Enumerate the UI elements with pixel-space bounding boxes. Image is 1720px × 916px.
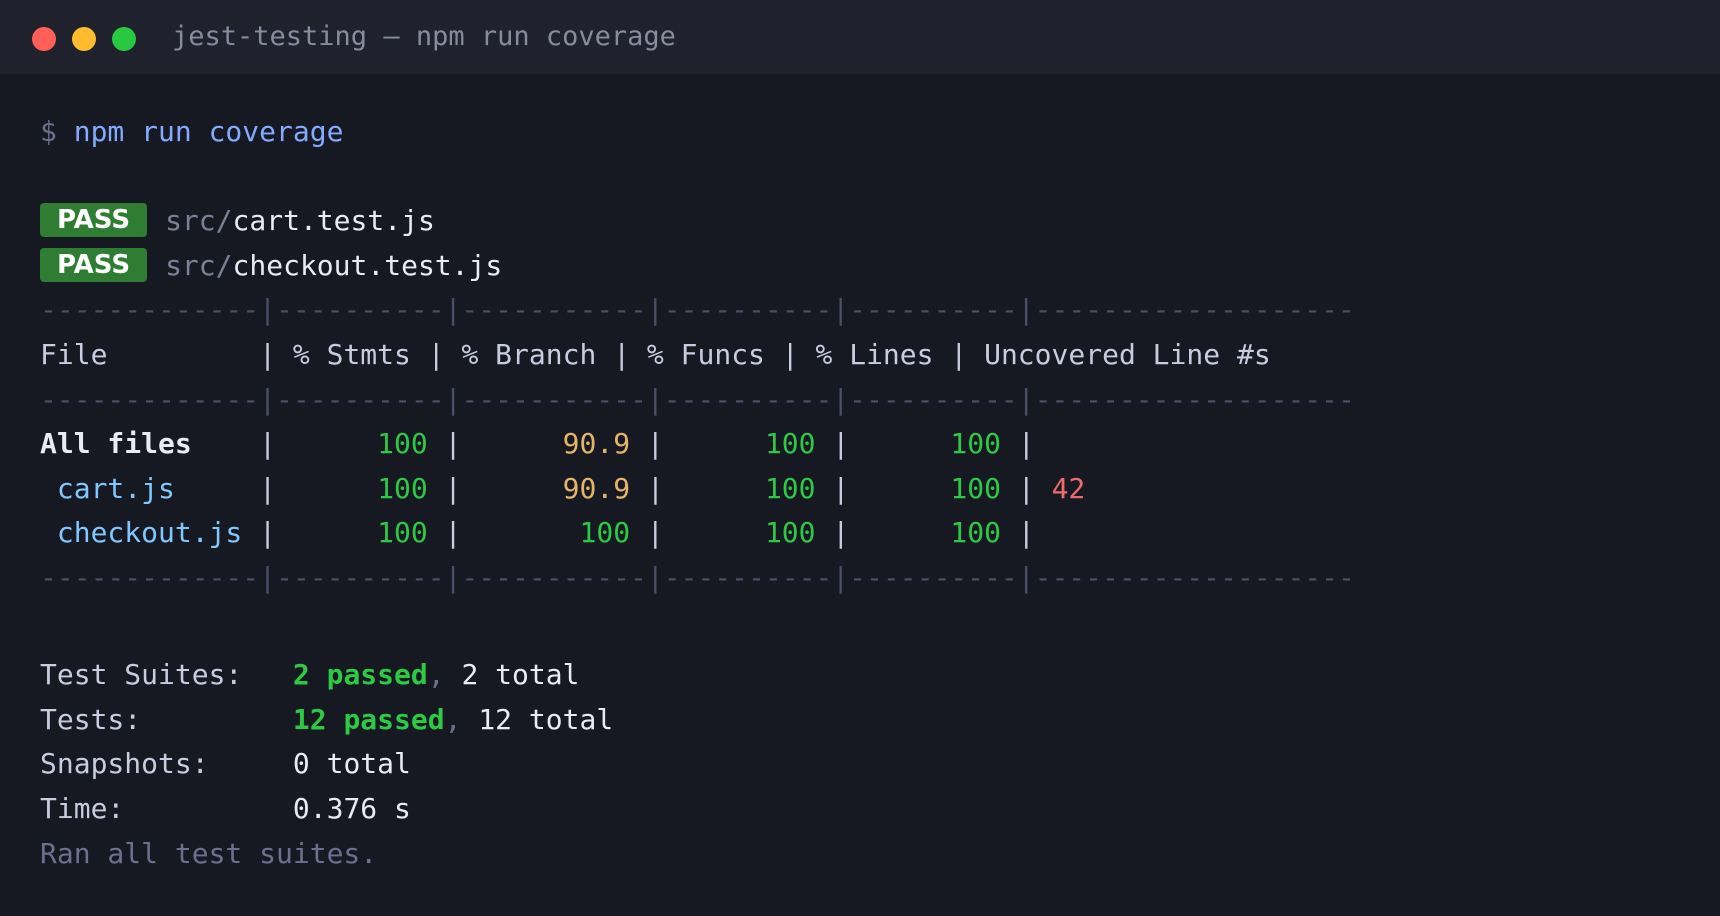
summary-label: Time: [40,791,125,825]
summary-label: Snapshots: [40,747,209,781]
summary-snapshots: Snapshots: 0 total [40,742,1355,787]
test-file-name: cart.test.js [232,204,435,238]
minimize-window-button[interactable] [72,27,96,51]
summary-passed: 2 passed [292,658,428,692]
summary-total: 2 total [461,658,580,692]
terminal-window: jest-testing — npm run coverage $ npm ru… [0,0,1720,916]
row-stmts: 100 [377,516,428,550]
test-summary: Test Suites: 2 passed, 2 total Tests: 12… [40,653,1355,876]
row-funcs: 100 [764,427,816,461]
prompt-line: $ npm run coverage [40,110,1355,155]
close-window-button[interactable] [32,27,56,51]
test-result-line: PASS src/checkout.test.js [40,244,1355,289]
header-lines: % Lines [815,337,934,371]
row-file: cart.js [56,471,175,505]
table-row: All files | 100 | 90.9 | 100 | 100 | [40,427,1035,461]
test-file-dir: src/ [165,248,233,282]
row-branch: 90.9 [562,471,631,505]
row-uncovered: 42 [1051,471,1086,505]
row-branch: 90.9 [562,427,631,461]
pass-badge: PASS [40,203,148,238]
test-file-name: checkout.test.js [232,248,503,282]
row-funcs: 100 [764,471,816,505]
row-lines: 100 [950,516,1001,550]
window-title: jest-testing — npm run coverage [172,21,676,52]
row-stmts: 100 [377,471,428,505]
pass-badge: PASS [40,247,148,282]
header-branch: % Branch [461,337,597,371]
terminal-output[interactable]: $ npm run coverage PASS src/cart.test.js … [40,110,1355,876]
zoom-window-button[interactable] [112,27,136,51]
row-file: All files [40,427,192,461]
table-row: checkout.js | 100 | 100 | 100 | 100 | [56,516,1035,550]
summary-suites: Test Suites: 2 passed, 2 total [40,658,580,692]
summary-tests: Tests: 12 passed, 12 total [40,702,614,736]
summary-passed: 12 passed [292,702,445,736]
row-lines: 100 [950,427,1001,461]
row-funcs: 100 [764,516,816,550]
header-file: File [40,337,108,371]
title-bar: jest-testing — npm run coverage [0,0,1720,74]
header-stmts: % Stmts [292,337,411,371]
row-file: checkout.js [56,516,243,550]
table-row: cart.js | 100 | 90.9 | 100 | 100 | 42 [56,471,1086,505]
summary-value: 0.376 s [292,791,411,825]
table-separator: -------------|----------|-----------|---… [40,560,1355,594]
command-text: npm run coverage [73,115,344,148]
row-branch: 100 [579,516,631,550]
table-separator: -------------|----------|-----------|---… [40,293,1355,327]
header-uncovered: Uncovered Line #s [984,337,1271,371]
summary-label: Tests: [40,702,142,736]
header-funcs: % Funcs [646,337,765,371]
summary-footer: Ran all test suites. [40,836,378,870]
table-header-row: File | % Stmts | % Branch | % Funcs | % … [40,337,1271,371]
row-stmts: 100 [377,427,428,461]
summary-total: 12 total [478,702,614,736]
summary-label: Test Suites: [40,658,243,692]
coverage-table: -------------|----------|-----------|---… [40,288,1355,600]
table-separator: -------------|----------|-----------|---… [40,382,1355,416]
row-lines: 100 [950,471,1001,505]
prompt-symbol: $ [40,115,57,148]
summary-value: 0 total [292,747,411,781]
summary-time: Time: 0.376 s [40,787,1355,832]
test-result-line: PASS src/cart.test.js [40,199,1355,244]
test-file-dir: src/ [165,204,233,238]
